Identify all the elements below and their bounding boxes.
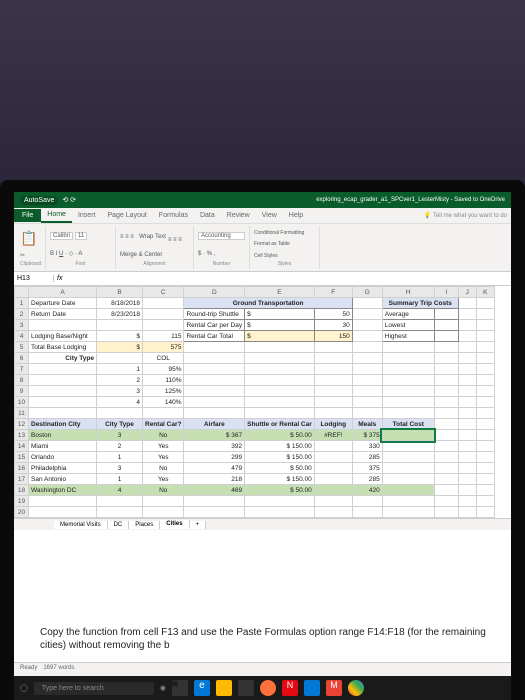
sheet-tabs: Memorial Visits DC Places Cities +: [14, 518, 511, 530]
cell-styles-button[interactable]: Cell Styles: [254, 253, 278, 259]
sheet-dc[interactable]: DC: [108, 521, 130, 529]
windows-taskbar: ◯ Type here to search ◉ ⊞ e N M: [14, 676, 511, 700]
tab-home[interactable]: Home: [41, 208, 72, 223]
sheet-memorial-visits[interactable]: Memorial Visits: [54, 521, 108, 529]
firefox-icon[interactable]: [260, 680, 276, 696]
tab-formulas[interactable]: Formulas: [153, 209, 194, 222]
paste-icon[interactable]: 📋: [20, 230, 37, 247]
status-ready: Ready: [20, 665, 37, 674]
spreadsheet-table[interactable]: ABCDEFGHIJK 1Departure Date8/18/2018Grou…: [14, 286, 495, 518]
sheet-places[interactable]: Places: [129, 521, 160, 529]
fill-color-icon[interactable]: ◇: [69, 251, 74, 257]
merge-center-button[interactable]: Merge & Center: [120, 252, 162, 258]
netflix-icon[interactable]: N: [282, 680, 298, 696]
edge-icon[interactable]: e: [194, 680, 210, 696]
font-color-icon[interactable]: A: [78, 251, 82, 257]
word-count: 1697 words: [43, 665, 74, 674]
document-title: exploring_ecap_grader_a1_SPCver1_LesterM…: [316, 197, 505, 203]
tab-view[interactable]: View: [256, 209, 283, 222]
font-size-select[interactable]: 11: [75, 232, 87, 240]
alignment-group: ≡ ≡ ≡ Wrap Text≡ ≡ ≡ Merge & Center Alig…: [116, 226, 194, 269]
photo-background: AutoSave ⟲ ⟳ exploring_ecap_grader_a1_SP…: [0, 0, 525, 700]
worksheet-grid[interactable]: ABCDEFGHIJK 1Departure Date8/18/2018Grou…: [14, 286, 511, 518]
font-group: Calibri 11 B I U · ◇ · A Font: [46, 226, 116, 269]
tab-insert[interactable]: Insert: [72, 209, 102, 222]
format-as-table-button[interactable]: Format as Table: [254, 241, 290, 247]
store-icon[interactable]: [238, 680, 254, 696]
ribbon: 📋✂ Clipboard Calibri 11 B I U · ◇ · A Fo…: [14, 224, 511, 272]
autosave-toggle[interactable]: AutoSave: [20, 196, 58, 205]
quick-access-icons[interactable]: ⟲ ⟳: [62, 196, 76, 204]
titlebar: AutoSave ⟲ ⟳ exploring_ecap_grader_a1_SP…: [14, 192, 511, 208]
tab-file[interactable]: File: [14, 209, 41, 222]
new-sheet-button[interactable]: +: [190, 521, 207, 529]
task-view-icon[interactable]: ⊞: [172, 680, 188, 696]
formula-bar: H13 fx: [14, 272, 511, 286]
tab-review[interactable]: Review: [221, 209, 256, 222]
taskbar-search[interactable]: Type here to search: [34, 682, 154, 695]
conditional-formatting-button[interactable]: Conditional Formatting: [254, 230, 304, 236]
tell-me[interactable]: 💡 Tell me what you want to do: [424, 212, 511, 219]
laptop-frame: AutoSave ⟲ ⟳ exploring_ecap_grader_a1_SP…: [0, 180, 525, 700]
tab-help[interactable]: Help: [283, 209, 309, 222]
chrome-icon[interactable]: [348, 680, 364, 696]
tab-pagelayout[interactable]: Page Layout: [101, 209, 152, 222]
explorer-icon[interactable]: [216, 680, 232, 696]
cortana-icon[interactable]: ◉: [160, 684, 166, 692]
accounting-format[interactable]: Accounting: [198, 232, 245, 240]
lightbulb-icon: 💡: [424, 213, 431, 219]
fx-icon[interactable]: fx: [54, 275, 65, 282]
number-group: Accounting$ · % , Number: [194, 226, 250, 269]
ribbon-tabs: File Home Insert Page Layout Formulas Da…: [14, 208, 511, 224]
tab-data[interactable]: Data: [194, 209, 221, 222]
instruction-overlay: Copy the function from cell F13 and use …: [32, 618, 511, 660]
styles-group: Conditional Formatting Format as Table C…: [250, 226, 320, 269]
status-bar: Ready 1697 words: [14, 662, 511, 676]
screen: AutoSave ⟲ ⟳ exploring_ecap_grader_a1_SP…: [14, 192, 511, 700]
wrap-text-button[interactable]: Wrap Text: [139, 234, 166, 240]
number-format-buttons[interactable]: $ · % ,: [198, 251, 215, 257]
mail-icon[interactable]: M: [326, 680, 342, 696]
font-name-select[interactable]: Calibri: [50, 232, 73, 240]
clipboard-group: 📋✂ Clipboard: [16, 226, 46, 269]
name-box[interactable]: H13: [14, 275, 54, 282]
cut-icon[interactable]: ✂: [20, 252, 25, 259]
sheet-cities[interactable]: Cities: [160, 520, 189, 529]
start-icon[interactable]: ◯: [20, 684, 28, 692]
app-icon[interactable]: [304, 680, 320, 696]
